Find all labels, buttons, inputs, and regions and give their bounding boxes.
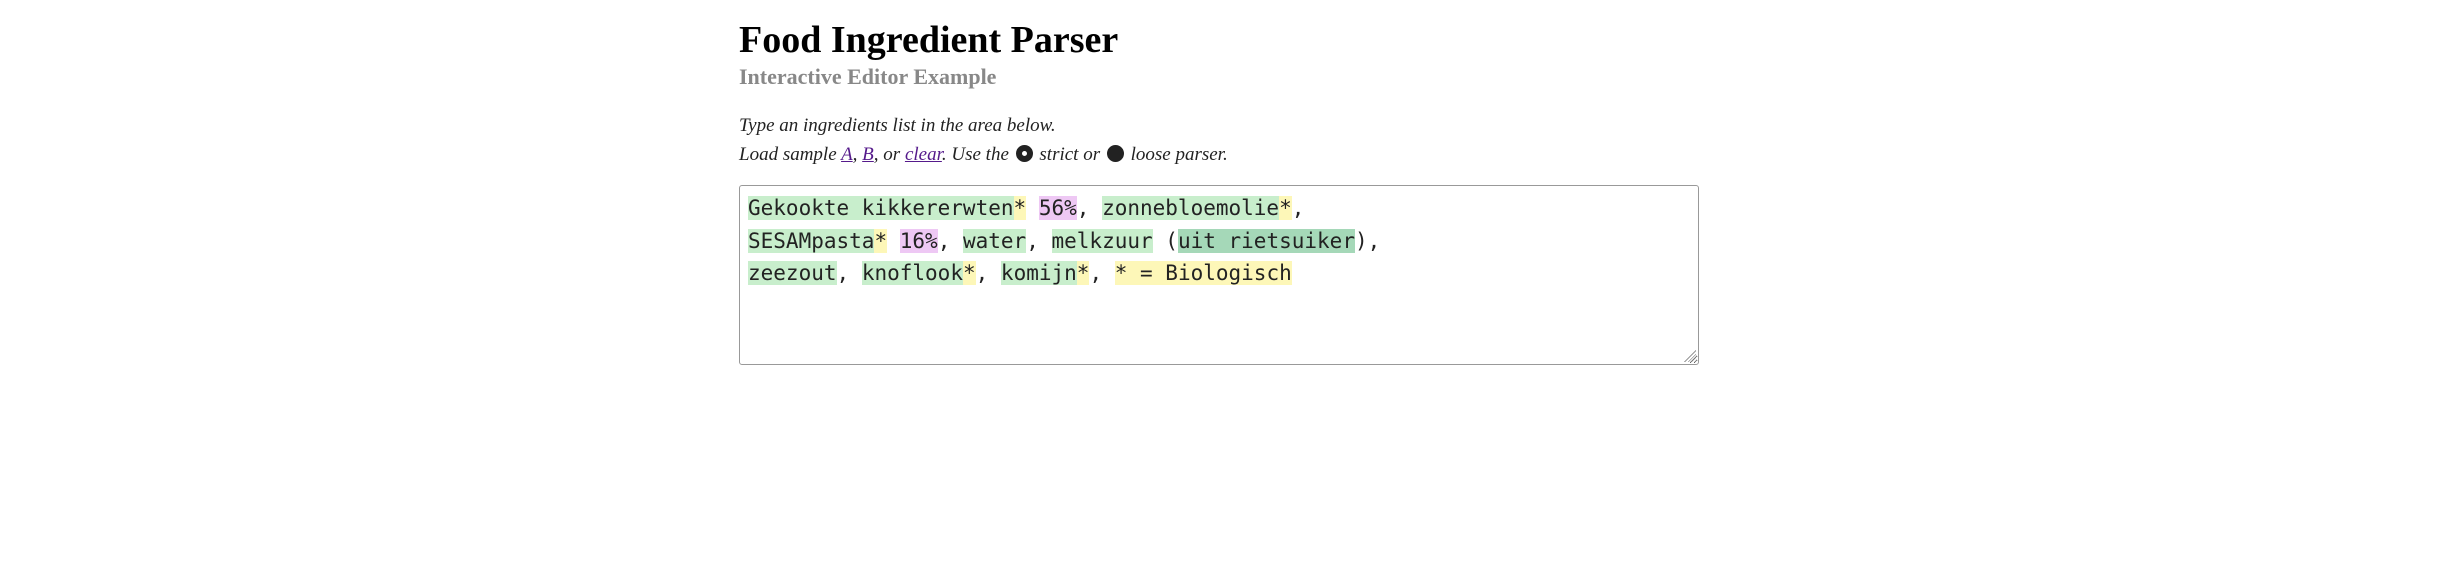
token-ing: SESAMpasta: [748, 229, 874, 253]
strict-radio[interactable]: [1016, 145, 1033, 162]
token-ing: zonnebloemolie: [1102, 196, 1279, 220]
token-ing: water: [963, 229, 1026, 253]
sample-a-link[interactable]: A: [841, 144, 853, 165]
page-subtitle: Interactive Editor Example: [739, 64, 1699, 90]
token-plain: ),: [1355, 229, 1393, 253]
loose-radio[interactable]: [1107, 145, 1124, 162]
token-ing: Gekookte kikkererwten: [748, 196, 1014, 220]
resize-handle[interactable]: [1684, 350, 1696, 362]
token-ing: komijn: [1001, 261, 1077, 285]
token-ing: melkzuur: [1052, 229, 1153, 253]
loose-label: loose parser.: [1126, 144, 1228, 165]
token-src: uit rietsuiker: [1178, 229, 1355, 253]
token-note: * = Biologisch: [1115, 261, 1292, 285]
token-plain: ,: [1077, 196, 1102, 220]
instructions-line1: Type an ingredients list in the area bel…: [739, 115, 1056, 136]
token-plain: ,: [976, 261, 1001, 285]
clear-link[interactable]: clear: [905, 144, 942, 165]
token-star: *: [963, 261, 976, 285]
token-pct: 56%: [1039, 196, 1077, 220]
token-plain: [887, 229, 900, 253]
page-title: Food Ingredient Parser: [739, 18, 1699, 62]
token-plain: (: [1153, 229, 1178, 253]
strict-label: strict or: [1035, 144, 1105, 165]
instructions: Type an ingredients list in the area bel…: [739, 112, 1699, 169]
load-sample-prefix: Load sample: [739, 144, 841, 165]
token-plain: ,: [1026, 229, 1051, 253]
token-pct: 16%: [900, 229, 938, 253]
token-star: *: [1279, 196, 1292, 220]
token-ing: zeezout: [748, 261, 837, 285]
sample-b-link[interactable]: B: [862, 144, 874, 165]
token-plain: ,: [938, 229, 963, 253]
token-plain: ,: [1292, 196, 1317, 220]
token-star: *: [1077, 261, 1090, 285]
ingredients-editor[interactable]: Gekookte kikkererwten* 56%, zonnebloemol…: [739, 185, 1699, 365]
token-ing: knoflook: [862, 261, 963, 285]
token-plain: ,: [837, 261, 862, 285]
token-star: *: [1014, 196, 1027, 220]
token-plain: ,: [1089, 261, 1114, 285]
token-plain: [1026, 196, 1039, 220]
token-star: *: [874, 229, 887, 253]
